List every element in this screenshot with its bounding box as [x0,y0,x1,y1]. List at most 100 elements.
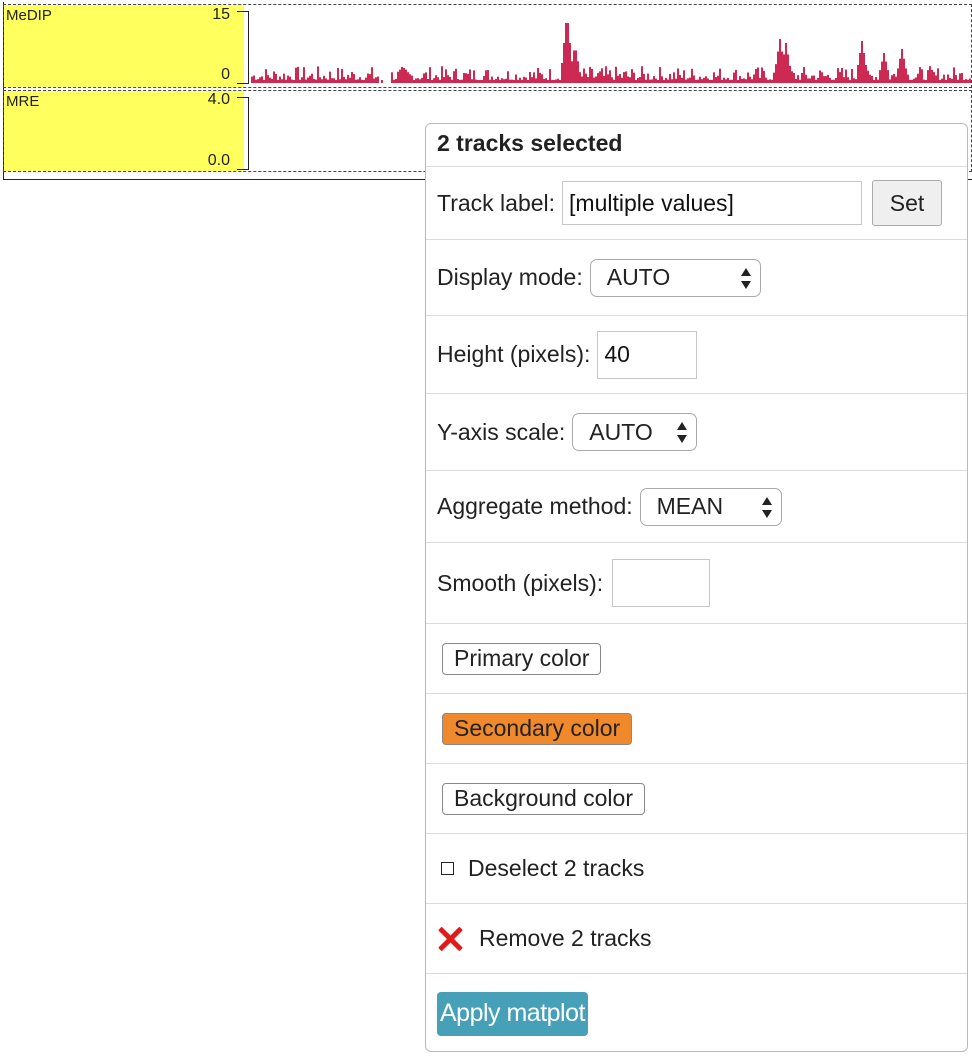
signal-bar [515,74,517,83]
popup-title: 2 tracks selected [437,130,623,156]
signal-bar [477,79,479,83]
aggregate-method-select[interactable]: MEAN [639,487,782,526]
remove-x-icon[interactable] [437,926,463,952]
background-color-button[interactable]: Background color [442,782,645,815]
y-axis-line [248,11,249,83]
signal-bar [573,50,575,83]
signal-bar [903,58,905,83]
signal-bar [289,76,291,83]
signal-bar [663,79,665,83]
signal-bar [577,61,579,83]
signal-bar [443,77,445,83]
signal-bar [787,54,789,83]
signal-bar [791,71,793,83]
checkbox-icon[interactable] [441,862,454,875]
y-axis-scale-select[interactable]: AUTO [572,413,698,451]
signal-bar [363,79,365,83]
remove-row[interactable]: Remove 2 tracks [426,903,967,973]
display-mode-select[interactable]: AUTO [589,258,761,297]
y-axis-max-label: 4.0 [207,91,230,108]
signal-bar [727,77,729,83]
signal-bar [587,77,589,83]
smooth-label: Smooth (pixels): [437,569,604,596]
display-mode-row: Display mode: AUTO [426,239,967,315]
signal-bar [665,77,667,83]
track-label-box[interactable]: MeDIP 15 0 [4,5,244,87]
signal-bar [523,76,525,83]
signal-bar [353,74,355,83]
secondary-color-button[interactable]: Secondary color [442,712,633,745]
signal-bar [561,63,563,83]
smooth-input[interactable] [612,559,711,607]
apply-matplot-button[interactable]: Apply matplot [437,991,588,1036]
signal-bar [263,79,265,83]
signal-bar [803,67,805,83]
signal-bar [937,68,939,83]
signal-bar [551,79,553,83]
signal-bar [661,76,663,83]
signal-bar [679,74,681,83]
signal-bar [295,67,297,83]
signal-bar [949,78,951,83]
signal-bar [419,79,421,83]
signal-bar [671,79,673,83]
signal-bar [891,75,893,83]
track-settings-popup: 2 tracks selected Track label: [multiple… [425,123,968,1052]
signal-bar [701,79,703,83]
signal-bar [825,76,827,83]
deselect-row[interactable]: Deselect 2 tracks [426,833,967,903]
signal-bar [487,70,489,83]
signal-bar [593,77,595,83]
signal-bar [441,66,443,83]
signal-bar [717,75,719,83]
signal-bar [649,79,651,83]
signal-bar [471,79,473,83]
signal-bar [751,79,753,83]
signal-bar [929,66,931,83]
signal-bar [323,75,325,83]
signal-bar [579,72,581,83]
signal-bar [439,79,441,83]
signal-bar [299,79,301,83]
signal-bar [351,71,353,83]
signal-bar [599,71,601,83]
signal-bar [921,69,923,83]
signal-bar [429,67,431,83]
signal-bar [863,53,865,83]
signal-bar [819,70,821,83]
aggregate-method-value: MEAN [656,493,724,519]
signal-bar [595,76,597,83]
track-medip[interactable]: MeDIP 15 0 [3,4,972,88]
signal-bar [673,72,675,83]
signal-bar [925,79,927,83]
height-input[interactable]: 40 [597,330,698,379]
signal-bar [305,79,307,83]
select-arrows-icon [676,422,688,444]
signal-bar [933,72,935,83]
signal-bar [519,77,521,83]
track-label-box[interactable]: MRE 4.0 0.0 [4,91,244,171]
signal-bar [895,76,897,83]
signal-bar [927,70,929,83]
signal-bar [501,78,503,83]
signal-bar [817,77,819,83]
primary-color-button[interactable]: Primary color [442,642,602,675]
signal-bar [497,76,499,83]
signal-bar [873,79,875,83]
signal-bar [403,67,405,83]
signal-bar [485,70,487,83]
signal-bar [369,74,371,83]
signal-bar [945,79,947,83]
signal-bar [711,79,713,83]
signal-bar [359,77,361,83]
signal-bar [283,73,285,83]
signal-bar [713,72,715,83]
signal-bar [365,77,367,83]
signal-bar [571,61,573,83]
signal-bar [909,79,911,83]
track-label-input[interactable]: [multiple values] [562,181,863,225]
set-button[interactable]: Set [872,180,943,226]
signal-bar [257,79,259,83]
signal-bar [251,76,253,83]
signal-bar [611,77,613,83]
